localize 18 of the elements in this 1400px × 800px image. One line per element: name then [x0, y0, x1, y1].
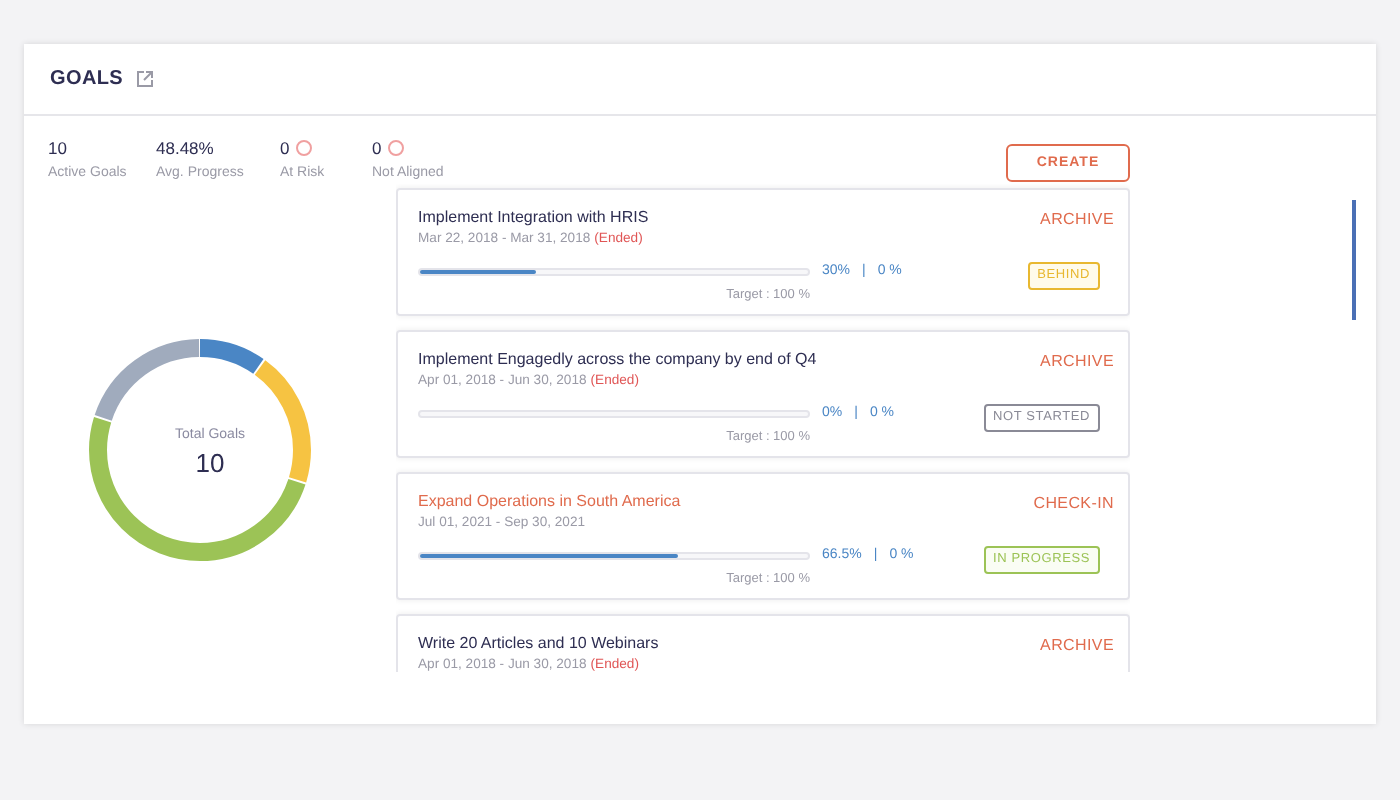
action-link[interactable]: ARCHIVE	[1040, 350, 1114, 375]
info-icon[interactable]	[295, 140, 312, 157]
goal-title[interactable]: Write 20 Articles and 10 Webinars	[418, 634, 1041, 654]
action-link[interactable]: CHECK-IN	[1033, 492, 1114, 517]
stat-value: 48.48%	[156, 136, 214, 162]
action-link[interactable]: ARCHIVE	[1040, 208, 1114, 233]
info-icon[interactable]	[387, 140, 404, 157]
stat-value: 0	[372, 136, 382, 162]
panel-title: GOALS	[50, 66, 124, 94]
scrollbar[interactable]	[1352, 200, 1356, 320]
goal-title[interactable]: Expand Operations in South America	[418, 492, 984, 512]
action-link[interactable]: ARCHIVE	[1040, 634, 1114, 659]
external-link-icon[interactable]	[135, 70, 154, 88]
stat-value: 10	[48, 136, 67, 162]
goal-title[interactable]: Implement Engagedly across the company by end of Q4	[418, 350, 984, 370]
chart-total: 10	[193, 446, 227, 483]
goal-title[interactable]: Implement Integration with HRIS	[418, 208, 1028, 228]
stat-value: 0	[280, 136, 290, 162]
